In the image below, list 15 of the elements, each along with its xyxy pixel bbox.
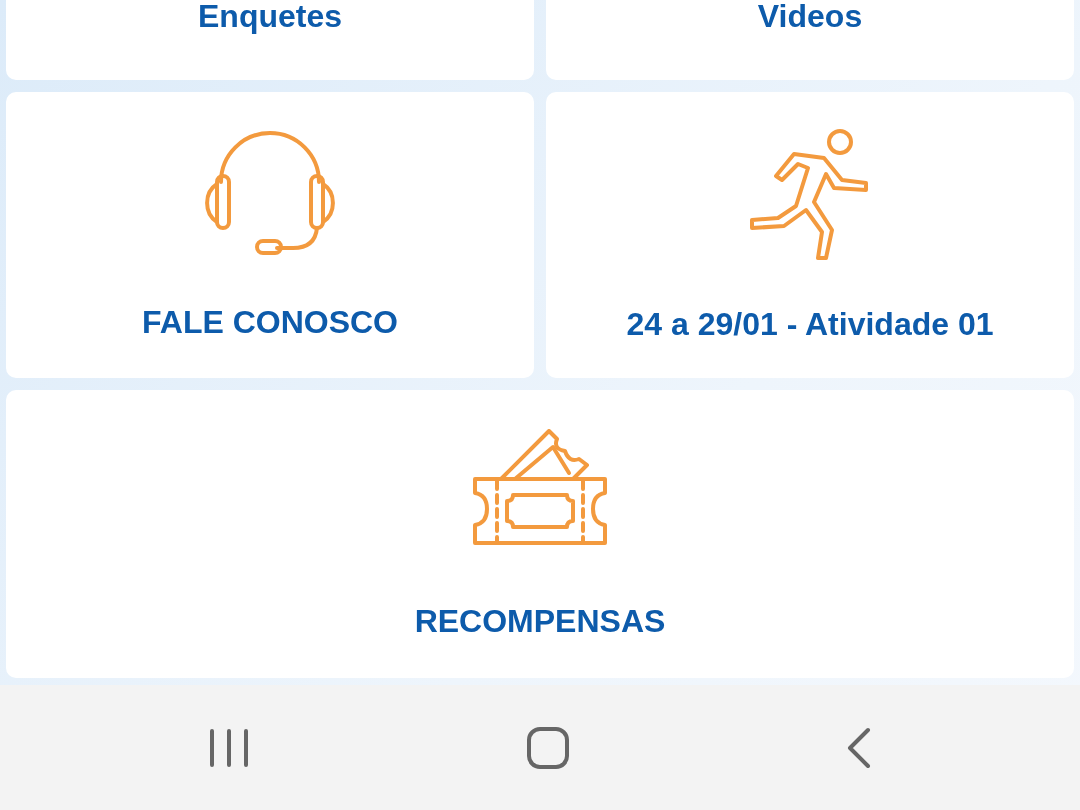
back-icon [846, 726, 872, 769]
recent-apps-icon [208, 727, 250, 768]
menu-card-label: Videos [757, 0, 863, 35]
menu-card-label: RECOMPENSAS [414, 602, 666, 640]
menu-card[interactable]: FALE CONOSCO [6, 92, 534, 378]
headset-icon [203, 129, 337, 258]
tickets-icon [473, 428, 607, 547]
menu-card[interactable]: Enquetes [6, 0, 534, 80]
menu-card[interactable]: Videos [546, 0, 1074, 80]
home-icon [526, 725, 570, 770]
menu-card-label: FALE CONOSCO [142, 303, 398, 341]
menu-card-label: 24 a 29/01 - Atividade 01 [626, 305, 994, 343]
menu-card[interactable]: 24 a 29/01 - Atividade 01 [546, 92, 1074, 378]
menu-card[interactable]: RECOMPENSAS [6, 390, 1074, 678]
menu-card-label: Enquetes [198, 0, 342, 35]
